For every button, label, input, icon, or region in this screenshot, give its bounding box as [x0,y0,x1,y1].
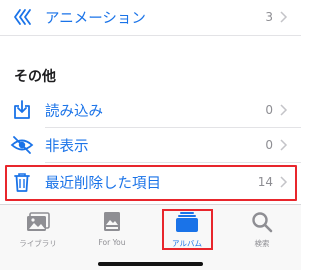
chevron-right-icon [280,11,288,23]
row-animation[interactable]: アニメーション 3 [0,2,301,32]
tab-label: ライブラリ [19,239,57,248]
row-hidden[interactable]: 非表示 0 [0,130,301,160]
animation-icon [10,5,34,29]
row-label: 非表示 [45,138,89,155]
row-label: アニメーション [45,10,146,27]
divider [45,162,301,163]
tab-highlight-box [162,209,213,250]
chevron-right-icon [280,139,288,151]
tab-library[interactable]: ライブラリ [8,211,68,249]
hidden-eye-icon [10,133,34,157]
highlight-box [5,165,297,201]
row-count: 0 [265,103,273,117]
for-you-icon [104,212,120,231]
divider [0,35,301,36]
chevron-right-icon [280,104,288,116]
search-icon [252,212,273,233]
divider [45,127,301,128]
tab-for-you[interactable]: For You [82,211,142,247]
section-title: その他 [14,69,56,85]
row-label: 読み込み [45,103,103,120]
row-count: 3 [265,10,273,24]
tab-bar: ライブラリ For You アルバム 検索 [0,204,301,270]
photo-library-icon [27,212,50,231]
row-import[interactable]: 読み込み 0 [0,95,301,125]
tab-search[interactable]: 検索 [232,211,292,249]
tab-label: 検索 [254,239,270,248]
home-indicator [98,262,203,266]
import-icon [10,98,34,122]
tab-label: For You [98,238,126,247]
row-count: 0 [265,138,273,152]
